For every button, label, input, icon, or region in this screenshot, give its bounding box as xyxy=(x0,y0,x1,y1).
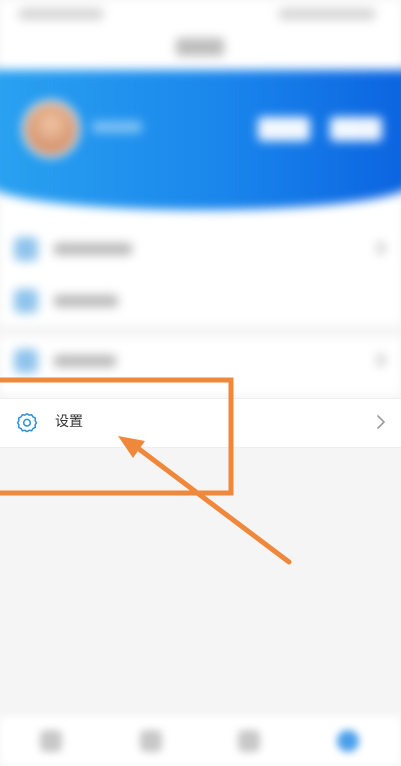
page-title xyxy=(176,38,224,56)
menu-item-3-icon xyxy=(14,349,38,373)
tab-2-icon[interactable] xyxy=(140,730,162,752)
tab-mine-icon[interactable] xyxy=(337,730,359,752)
menu-item-2[interactable] xyxy=(0,276,401,326)
mine-page-screen: 设置 xyxy=(0,0,401,766)
menu-item-1[interactable] xyxy=(0,224,401,274)
menu-item-1-icon xyxy=(14,237,38,261)
blurred-content xyxy=(0,0,401,395)
chevron-right-icon xyxy=(377,415,385,429)
gear-icon xyxy=(16,413,38,433)
bottom-tab-bar xyxy=(0,716,401,766)
banner-button-2[interactable] xyxy=(330,117,382,141)
tab-3-icon[interactable] xyxy=(238,730,260,752)
menu-item-1-label xyxy=(54,243,132,255)
menu-item-3-label xyxy=(54,355,116,367)
status-time xyxy=(18,8,104,20)
username xyxy=(92,121,142,133)
section-divider xyxy=(0,326,401,336)
arrow-shaft xyxy=(128,440,292,565)
menu-item-2-label xyxy=(54,295,118,307)
chevron-right-icon xyxy=(377,242,385,254)
settings-row[interactable]: 设置 xyxy=(0,398,401,448)
tab-1-icon[interactable] xyxy=(40,730,62,752)
banner-button-1[interactable] xyxy=(258,117,310,141)
status-icons xyxy=(278,8,376,20)
chevron-right-icon xyxy=(377,354,385,366)
status-bar xyxy=(0,0,401,30)
settings-label: 设置 xyxy=(55,414,83,430)
menu-item-3[interactable] xyxy=(0,336,401,386)
avatar[interactable] xyxy=(22,100,80,158)
menu-item-2-icon xyxy=(14,289,38,313)
